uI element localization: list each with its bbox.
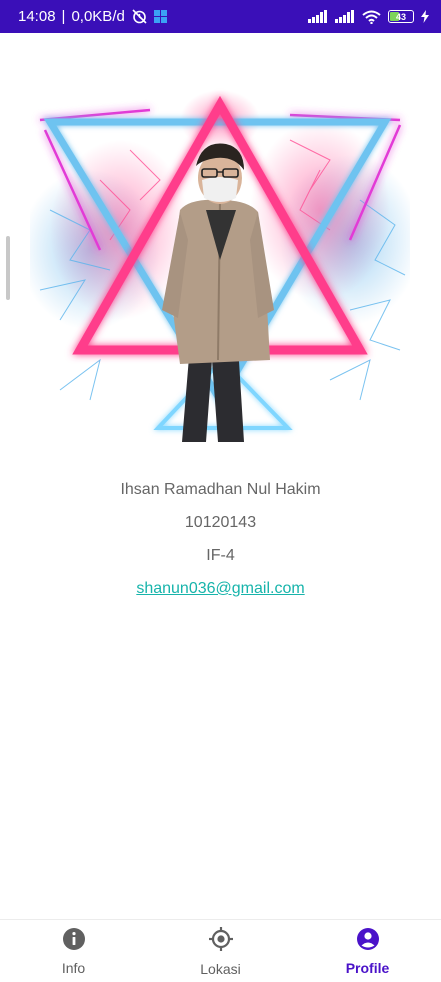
profile-info: Ihsan Ramadhan Nul Hakim 10120143 IF-4 s…	[0, 478, 441, 610]
signal-icon	[335, 10, 355, 23]
signal-icon	[308, 10, 328, 23]
nav-item-profile[interactable]: Profile	[294, 920, 441, 982]
windows-icon	[153, 10, 167, 23]
profile-email-link[interactable]: shanun036@gmail.com	[136, 577, 304, 601]
status-time: 14:08	[18, 8, 56, 25]
battery-level: 43	[395, 11, 406, 22]
person-circle-icon	[356, 927, 380, 956]
profile-nim: 10120143	[184, 514, 257, 531]
status-right: 43	[308, 10, 429, 24]
charging-icon	[421, 10, 429, 23]
status-bar: 14:08 | 0,0KB/d 43	[0, 0, 441, 33]
wifi-icon	[362, 10, 381, 24]
info-icon	[62, 927, 86, 956]
location-target-icon	[208, 926, 234, 957]
nav-label-info: Info	[61, 959, 86, 976]
network-speed: 0,0KB/d	[71, 8, 125, 25]
status-left: 14:08 | 0,0KB/d	[18, 8, 167, 25]
nav-label-lokasi: Lokasi	[200, 960, 241, 977]
nav-label-profile: Profile	[345, 959, 390, 976]
profile-email-row: shanun036@gmail.com	[0, 577, 441, 610]
battery-icon: 43	[388, 10, 414, 23]
scroll-handle[interactable]	[6, 236, 10, 300]
alarm-off-icon	[131, 8, 148, 25]
bottom-navigation: Info Lokasi Profile	[0, 919, 441, 982]
profile-photo	[20, 60, 420, 445]
profile-name: Ihsan Ramadhan Nul Hakim	[120, 481, 321, 498]
nav-item-info[interactable]: Info	[0, 920, 147, 982]
nav-item-lokasi[interactable]: Lokasi	[147, 920, 294, 982]
status-divider: |	[61, 8, 66, 25]
profile-class: IF-4	[206, 547, 235, 564]
